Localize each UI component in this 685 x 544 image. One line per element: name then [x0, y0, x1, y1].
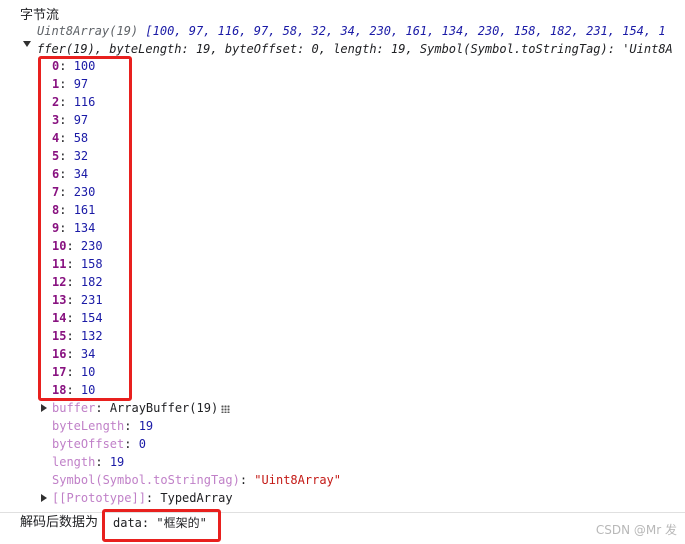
buffer-expand-arrow-icon[interactable] [41, 404, 47, 412]
prop-bytelength: byteLength: 19 [52, 419, 154, 433]
prop-tag-value: "Uint8Array" [254, 473, 341, 487]
prop-bytelength-value: 19 [138, 419, 154, 433]
prop-proto-key: [[Prototype]] [52, 491, 146, 505]
prop-bytelength-key: byteLength [52, 419, 125, 433]
decoded-label: 解码后数据为 [20, 515, 99, 530]
memory-inspector-icon[interactable] [221, 405, 231, 413]
prop-prototype[interactable]: [[Prototype]]: TypedArray [52, 489, 233, 507]
prop-byteoffset: byteOffset: 0 [52, 437, 146, 451]
summary-second-line: ffer(19), byteLength: 19, byteOffset: 0,… [37, 42, 673, 56]
array-preview: [100, 97, 116, 97, 58, 32, 34, 230, 161,… [145, 24, 666, 38]
prop-buffer-value: ArrayBuffer(19) [109, 401, 219, 415]
prop-buffer[interactable]: buffer: ArrayBuffer(19) [52, 399, 231, 417]
prop-tag-key: Symbol(Symbol.toStringTag) [52, 473, 240, 487]
console-log-area: 字节流 Uint8Array(19) [100, 97, 116, 97, 58… [0, 0, 685, 512]
prop-byteoffset-value: 0 [138, 437, 146, 451]
prop-tostringtag: Symbol(Symbol.toStringTag): "Uint8Array" [52, 473, 341, 487]
prop-length: length: 19 [52, 455, 125, 469]
expand-arrow-icon[interactable] [23, 41, 31, 47]
array-type-name: Uint8Array(19) [37, 24, 139, 38]
prop-byteoffset-key: byteOffset [52, 437, 125, 451]
decoded-highlight-box [102, 509, 221, 542]
array-summary-continued: ffer(19), byteLength: 19, byteOffset: 0,… [37, 40, 673, 58]
prototype-expand-arrow-icon[interactable] [41, 494, 47, 502]
prop-length-value: 19 [109, 455, 125, 469]
prop-proto-value: TypedArray [160, 491, 233, 505]
prop-buffer-key: buffer [52, 401, 96, 415]
watermark: CSDN @Mr 发 [595, 523, 677, 537]
prop-length-key: length [52, 455, 96, 469]
entries-highlight-box [38, 56, 132, 401]
array-summary[interactable]: Uint8Array(19) [100, 97, 116, 97, 58, 32… [37, 22, 666, 40]
